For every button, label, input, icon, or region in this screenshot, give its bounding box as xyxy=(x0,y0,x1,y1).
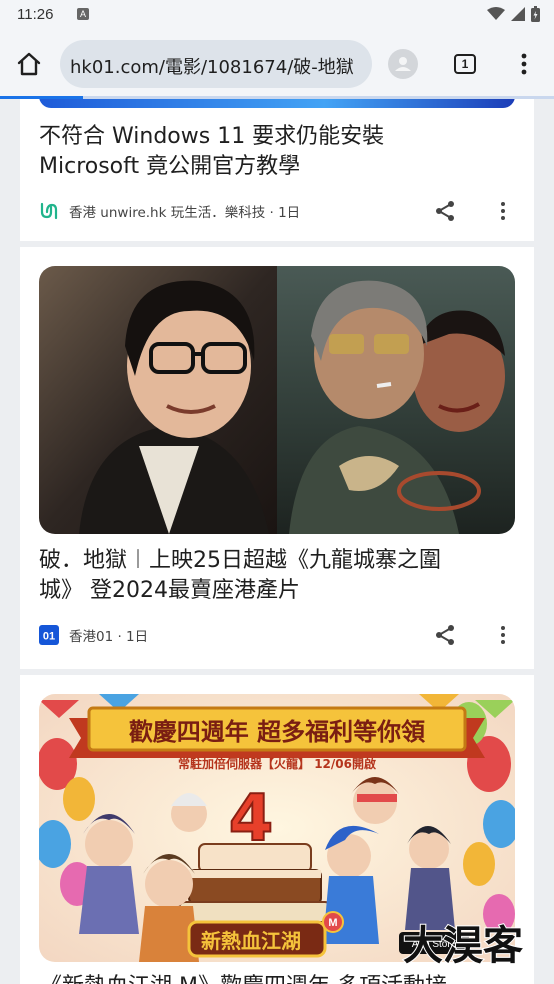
browser-toolbar: hk01.com/電影/1081674/破-地獄 1 xyxy=(0,30,554,96)
banner-badge: M xyxy=(328,917,337,929)
unwire-logo-icon xyxy=(40,202,58,220)
article-source: 01 香港01 · 1日 xyxy=(39,625,148,645)
article-title[interactable]: 不符合 Windows 11 要求仍能安裝 Microsoft 竟公開官方教學 xyxy=(39,122,509,182)
overflow-menu-icon[interactable] xyxy=(514,52,534,76)
article-card[interactable]: 不符合 Windows 11 要求仍能安裝 Microsoft 竟公開官方教學 … xyxy=(20,99,534,241)
battery-icon xyxy=(531,6,540,22)
notification-icon: A xyxy=(77,8,89,20)
svg-text:01: 01 xyxy=(43,631,55,643)
article-title[interactable]: 破．地獄︱上映25日超越《九龍城寨之圍 城》 登2024最賣座港產片 xyxy=(39,546,509,606)
signal-icon xyxy=(511,7,525,21)
share-icon[interactable] xyxy=(433,199,457,223)
news-feed[interactable]: 不符合 Windows 11 要求仍能安裝 Microsoft 竟公開官方教學 … xyxy=(0,99,554,984)
banner-game-logo: 新熱血江湖 xyxy=(201,929,301,953)
banner-subline: 常駐加倍伺服器【火龍】 12/06開啟 xyxy=(178,756,377,771)
home-icon[interactable] xyxy=(14,49,44,79)
article-source: 香港 unwire.hk 玩生活．樂科技 · 1日 xyxy=(39,201,300,221)
title-line[interactable]: Microsoft 竟公開官方教學 xyxy=(39,152,509,182)
status-bar: 11:26 A xyxy=(0,0,554,30)
status-icons xyxy=(487,6,540,22)
title-line[interactable]: 不符合 Windows 11 要求仍能安裝 xyxy=(39,122,509,152)
source-text: 香港01 · 1日 xyxy=(69,629,149,645)
tab-switcher-button[interactable]: 1 xyxy=(454,54,476,74)
account-icon[interactable] xyxy=(388,49,418,79)
address-bar[interactable]: hk01.com/電影/1081674/破-地獄 xyxy=(60,40,372,88)
hk01-logo-icon: 01 xyxy=(39,625,59,645)
more-options-icon[interactable] xyxy=(498,201,508,221)
url-text[interactable]: hk01.com/電影/1081674/破-地獄 xyxy=(70,53,366,79)
status-time: 11:26 xyxy=(17,6,54,23)
banner-headline: 歡慶四週年 超多福利等你領 xyxy=(129,718,426,746)
share-icon[interactable] xyxy=(433,623,457,647)
title-line[interactable]: 城》 登2024最賣座港產片 xyxy=(39,576,509,606)
watermark-logo: 大淏客 xyxy=(402,921,524,970)
article-image[interactable] xyxy=(39,266,515,534)
wifi-icon xyxy=(487,7,505,20)
watermark: 大淏客 xyxy=(378,915,548,973)
article-card[interactable]: 破．地獄︱上映25日超越《九龍城寨之圍 城》 登2024最賣座港產片 01 香港… xyxy=(20,247,534,669)
source-text: 香港 unwire.hk 玩生活．樂科技 · 1日 xyxy=(69,205,301,221)
movie-still-image xyxy=(39,266,515,534)
article-image[interactable] xyxy=(39,99,515,108)
more-options-icon[interactable] xyxy=(498,625,508,645)
person-icon xyxy=(395,57,411,71)
svg-text:大淏客: 大淏客 xyxy=(403,922,523,969)
title-line[interactable]: 破．地獄︱上映25日超越《九龍城寨之圍 xyxy=(39,546,509,576)
